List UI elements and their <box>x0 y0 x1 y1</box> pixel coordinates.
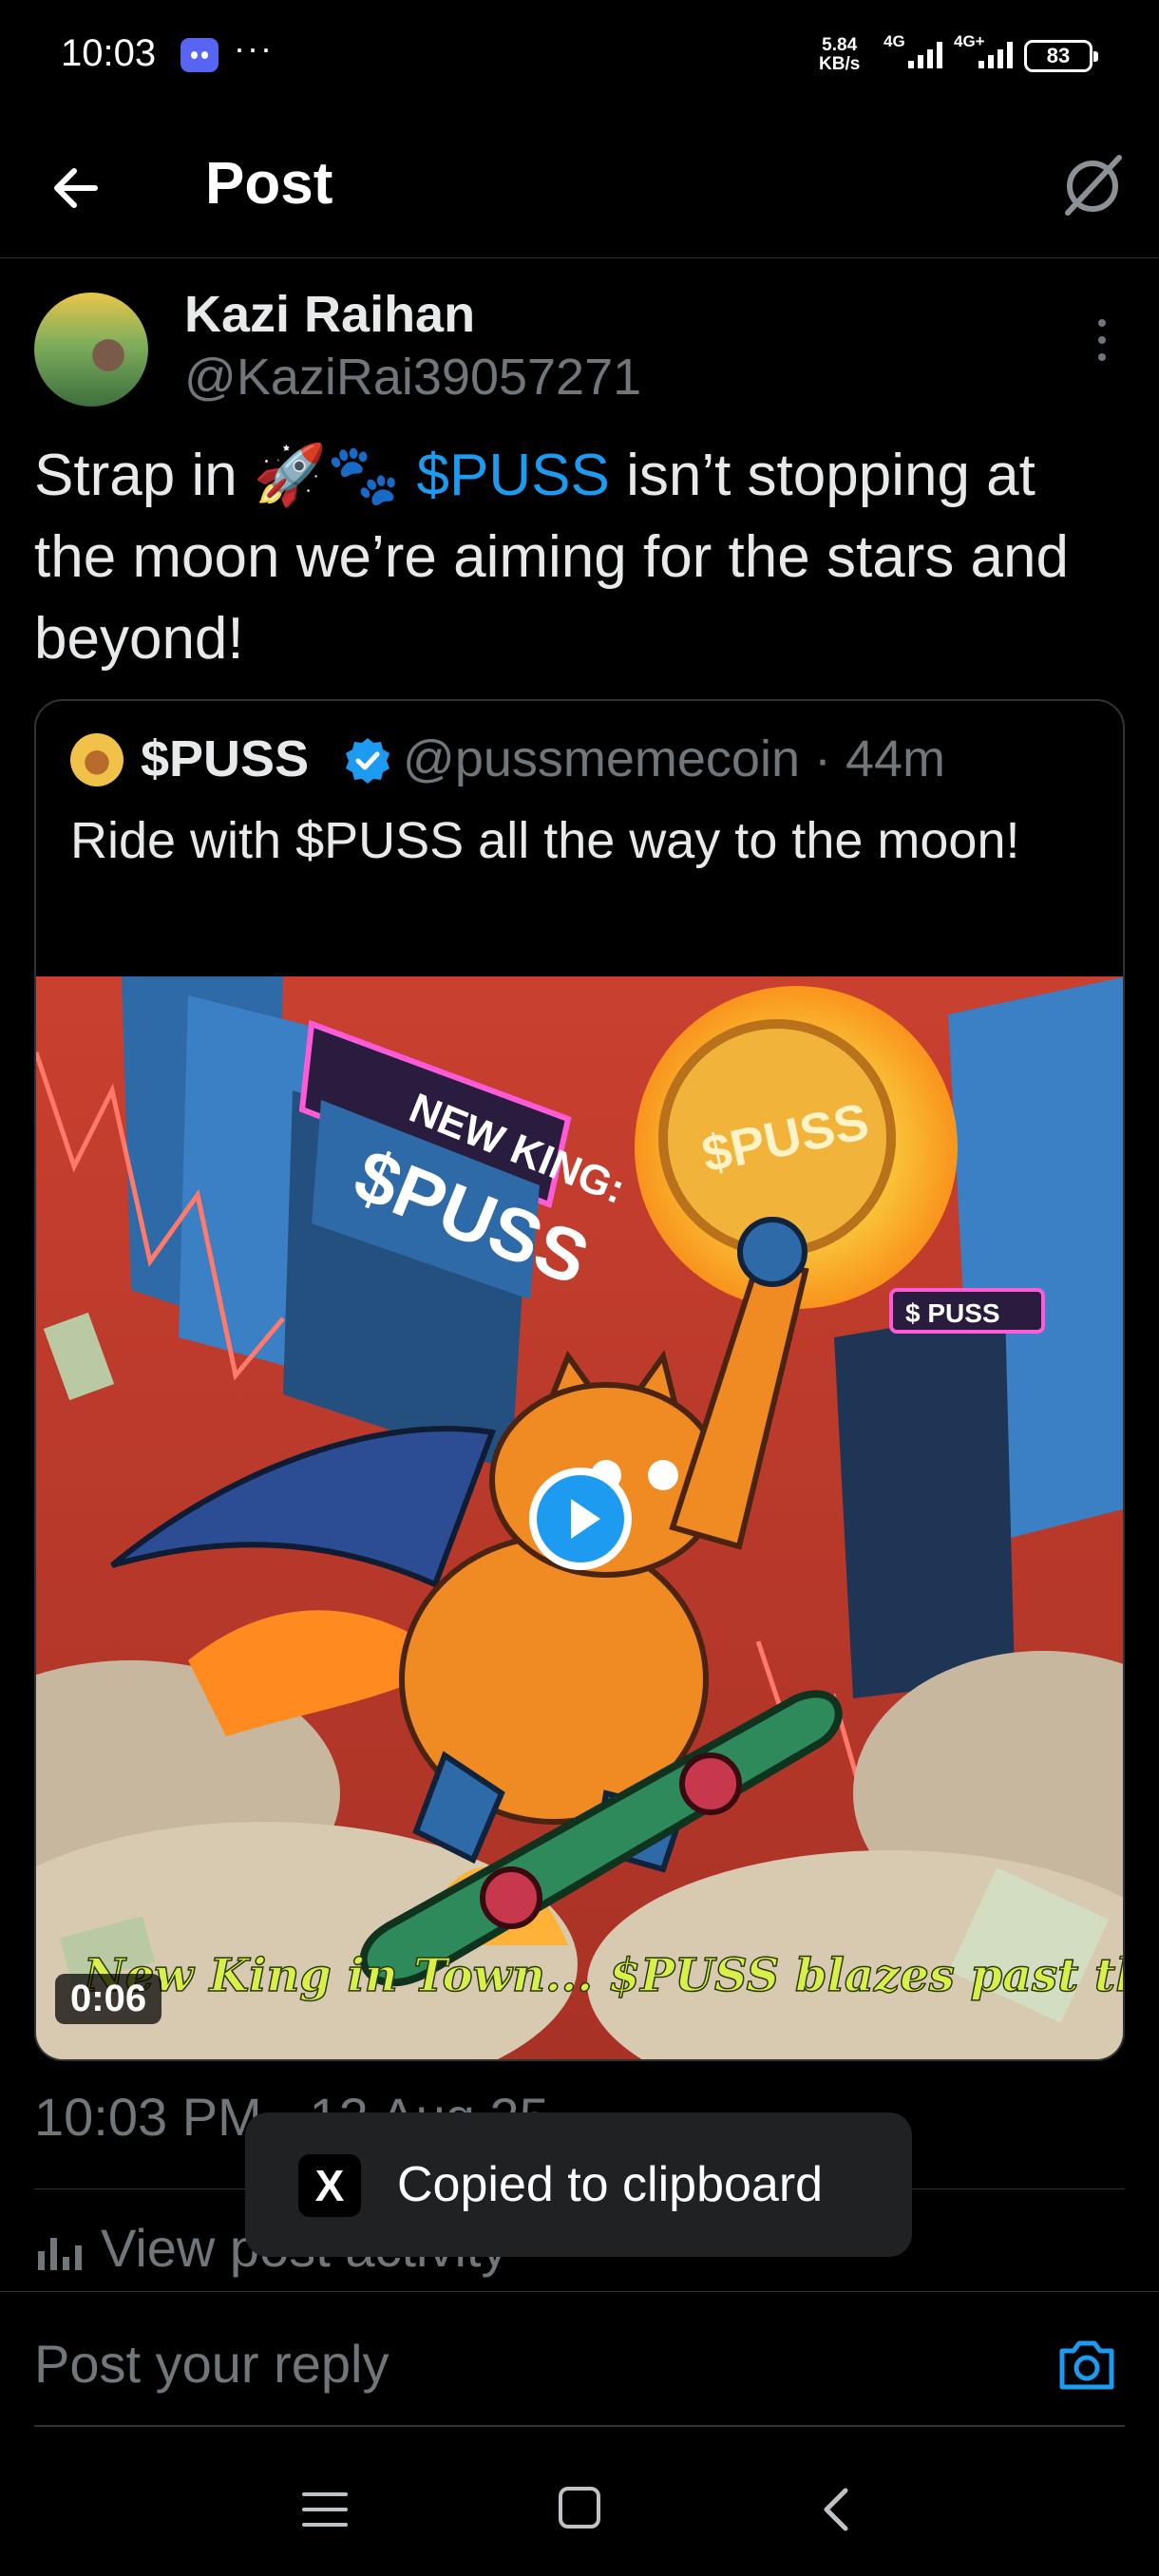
system-nav-bar <box>0 2451 1159 2576</box>
signal-icon-2: 4G+ <box>954 32 1013 72</box>
sim1-label: 4G <box>884 32 905 50</box>
small-sign: $ PUSS <box>905 1298 1000 1328</box>
reply-underline <box>34 2425 1125 2427</box>
quoted-post[interactable]: $PUSS @pussmemecoin · 44m Ride with $PUS… <box>34 699 1125 2061</box>
grok-icon <box>1065 155 1122 216</box>
network-speed: 5.84 KB/s <box>819 36 860 74</box>
camera-icon[interactable] <box>1056 2336 1117 2393</box>
post-text: Strap in 🚀🐾 $PUSS isn’t stopping at the … <box>34 435 1127 680</box>
grok-button[interactable] <box>1054 146 1130 222</box>
discord-icon <box>180 38 218 72</box>
reply-bar <box>0 2291 1159 2432</box>
recents-button[interactable] <box>302 2487 348 2532</box>
video-caption: New King in Town... $PUSS blazes past th… <box>82 1949 1125 2002</box>
quote-author-name: $PUSS <box>141 730 310 787</box>
post-text-before: Strap in 🚀🐾 <box>34 443 417 508</box>
signal-icon: 4G <box>884 32 942 72</box>
toast-message: Copied to clipboard <box>397 2157 824 2212</box>
battery-icon: 83 <box>1024 40 1098 72</box>
quote-text: Ride with $PUSS all the way to the moon! <box>70 812 1020 869</box>
verified-badge-icon <box>346 738 390 784</box>
author-handle[interactable]: @KaziRai39057271 <box>184 348 641 407</box>
x-logo-icon: X <box>298 2154 361 2217</box>
quote-avatar[interactable] <box>70 733 124 786</box>
more-notifications-icon: ··· <box>234 28 274 67</box>
reply-input[interactable] <box>34 2330 984 2396</box>
play-icon[interactable] <box>524 1463 636 1575</box>
video-player[interactable]: NEW KING: $PUSS $ PUSS $PUSS King in Tow… <box>36 976 1125 2059</box>
network-speed-unit: KB/s <box>819 54 861 74</box>
toast: X Copied to clipboard <box>245 2112 912 2257</box>
network-speed-value: 5.84 <box>822 35 858 55</box>
cashtag-link[interactable]: $PUSS <box>417 443 610 508</box>
analytics-icon <box>38 2230 84 2270</box>
back-button[interactable] <box>42 150 118 226</box>
status-time: 10:03 <box>61 32 157 74</box>
more-options-button[interactable] <box>1083 313 1121 367</box>
video-duration: 0:06 <box>55 1974 162 2024</box>
nav-back-icon[interactable] <box>813 2485 859 2534</box>
back-arrow-icon <box>54 168 98 208</box>
home-button[interactable] <box>559 2487 600 2529</box>
quote-author-handle: @pussmemecoin · 44m <box>403 730 946 787</box>
avatar[interactable] <box>34 293 148 407</box>
top-app-bar: Post <box>0 114 1159 258</box>
author-name[interactable]: Kazi Raihan <box>184 285 475 344</box>
status-bar: 10:03 ··· 5.84 KB/s 4G 4G+ 83 <box>0 0 1159 114</box>
page-title: Post <box>205 151 333 217</box>
